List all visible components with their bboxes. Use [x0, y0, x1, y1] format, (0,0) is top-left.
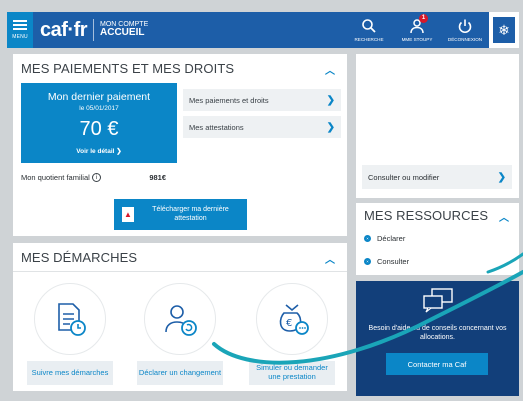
caf-logo[interactable]: caf·fr — [40, 19, 88, 42]
track-procedures-label: Suivre mes démarches — [27, 361, 113, 385]
account-heading: MON COMPTE ACCUEIL — [100, 21, 148, 39]
view-detail-link[interactable]: Voir le détail ❯ — [21, 147, 177, 155]
declare-resources-link[interactable]: Déclarer — [364, 234, 405, 243]
procedures-card: MES DÉMARCHES ︿ Suivre mes démarches Déc… — [13, 243, 347, 391]
divider — [13, 271, 347, 272]
bullet-icon — [364, 235, 371, 242]
quotient-familial: Mon quotient familial i 981€ — [21, 173, 166, 182]
chevron-right-icon: ❯ — [326, 121, 335, 133]
tile-circle: € — [256, 283, 328, 355]
payments-card: MES PAIEMENTS ET MES DROITS ︿ Mon dernie… — [13, 54, 347, 236]
qf-value: 981€ — [149, 173, 166, 182]
hamburger-icon-bar — [13, 24, 27, 26]
attestations-label: Mes attestations — [189, 122, 244, 132]
simulate-request-label: Simuler ou demander une prestation — [249, 361, 335, 385]
declare-resources-label: Déclarer — [377, 234, 406, 243]
bullet-icon — [364, 258, 371, 265]
money-bag-icon: € — [279, 304, 309, 335]
hamburger-icon — [13, 20, 27, 22]
resources-title: MES RESSOURCES — [364, 208, 489, 223]
qf-label: Mon quotient familial — [21, 173, 90, 182]
consult-modify-label: Consulter ou modifier — [368, 172, 440, 182]
help-card: Besoin d'aide ou de conseils concernant … — [356, 281, 519, 396]
svg-text:€: € — [286, 318, 292, 329]
search-button[interactable]: RECHERCHE — [345, 12, 393, 48]
last-payment-amount: 70 € — [79, 118, 119, 140]
logo-divider — [93, 19, 95, 41]
notification-badge: 1 — [419, 14, 428, 23]
info-icon[interactable]: i — [91, 173, 101, 182]
chevron-right-icon: ❯ — [497, 171, 506, 183]
collapse-chevron-icon[interactable]: ︿ — [325, 62, 335, 77]
page-title: ACCUEIL — [100, 27, 145, 39]
payments-title: MES PAIEMENTS ET MES DROITS — [21, 61, 235, 76]
declare-change-label: Déclarer un changement — [137, 361, 223, 385]
hamburger-icon-bar — [13, 28, 27, 30]
download-attestation-button[interactable]: ▲ Télécharger ma dernière attestation — [114, 199, 247, 230]
last-payment-title: Mon dernier paiement — [47, 91, 151, 103]
logout-button[interactable]: DÉCONNEXION — [441, 12, 489, 48]
last-payment-date: le 05/01/2017 — [79, 105, 119, 112]
procedures-title: MES DÉMARCHES — [21, 250, 138, 265]
logout-label: DÉCONNEXION — [447, 37, 483, 42]
government-logo: ❄ — [489, 12, 519, 48]
user-change-icon — [165, 305, 197, 336]
pdf-icon: ▲ — [122, 207, 134, 222]
menu-label: MENU — [12, 34, 28, 40]
consult-modify-link[interactable]: Consulter ou modifier ❯ — [362, 165, 512, 189]
consult-resources-label: Consulter — [377, 257, 410, 266]
tile-circle — [144, 283, 216, 355]
search-icon — [362, 19, 376, 33]
search-label: RECHERCHE — [354, 37, 384, 42]
resources-card: MES RESSOURCES ︿ Déclarer Consulter — [356, 203, 519, 275]
payments-rights-link[interactable]: Mes paiements et droits ❯ — [183, 89, 341, 111]
help-text: Besoin d'aide ou de conseils concernant … — [368, 325, 507, 342]
contact-caf-button[interactable]: Contacter ma Caf — [386, 353, 488, 375]
last-payment-tile[interactable]: Mon dernier paiement le 05/01/2017 70 € … — [21, 83, 177, 163]
power-icon — [458, 19, 472, 34]
situation-card: Consulter ou modifier ❯ — [356, 54, 519, 198]
profile-label: MME STOUPY — [401, 37, 433, 42]
snowflake-emblem-icon: ❄ — [493, 17, 515, 43]
menu-button[interactable]: MENU — [7, 12, 33, 48]
chat-bubbles-icon — [422, 288, 453, 313]
track-procedures-tile[interactable]: Suivre mes démarches — [27, 275, 113, 387]
top-navigation-bar: MENU caf·fr MON COMPTE ACCUEIL RECHERCHE… — [7, 12, 519, 48]
consult-resources-link[interactable]: Consulter — [364, 257, 409, 266]
attestations-link[interactable]: Mes attestations ❯ — [183, 116, 341, 138]
declare-change-tile[interactable]: Déclarer un changement — [137, 275, 223, 387]
collapse-chevron-icon[interactable]: ︿ — [325, 251, 335, 266]
chevron-right-icon: ❯ — [326, 94, 335, 106]
tile-circle — [34, 283, 106, 355]
profile-button[interactable]: 1 MME STOUPY — [393, 12, 441, 48]
payments-rights-label: Mes paiements et droits — [189, 95, 269, 105]
download-label: Télécharger ma dernière attestation — [152, 206, 229, 222]
header-actions: RECHERCHE 1 MME STOUPY DÉCONNEXION ❄ — [345, 12, 519, 48]
collapse-chevron-icon[interactable]: ︿ — [499, 209, 509, 224]
simulate-request-tile[interactable]: € Simuler ou demander une prestation — [249, 275, 335, 387]
document-clock-icon — [58, 303, 86, 336]
